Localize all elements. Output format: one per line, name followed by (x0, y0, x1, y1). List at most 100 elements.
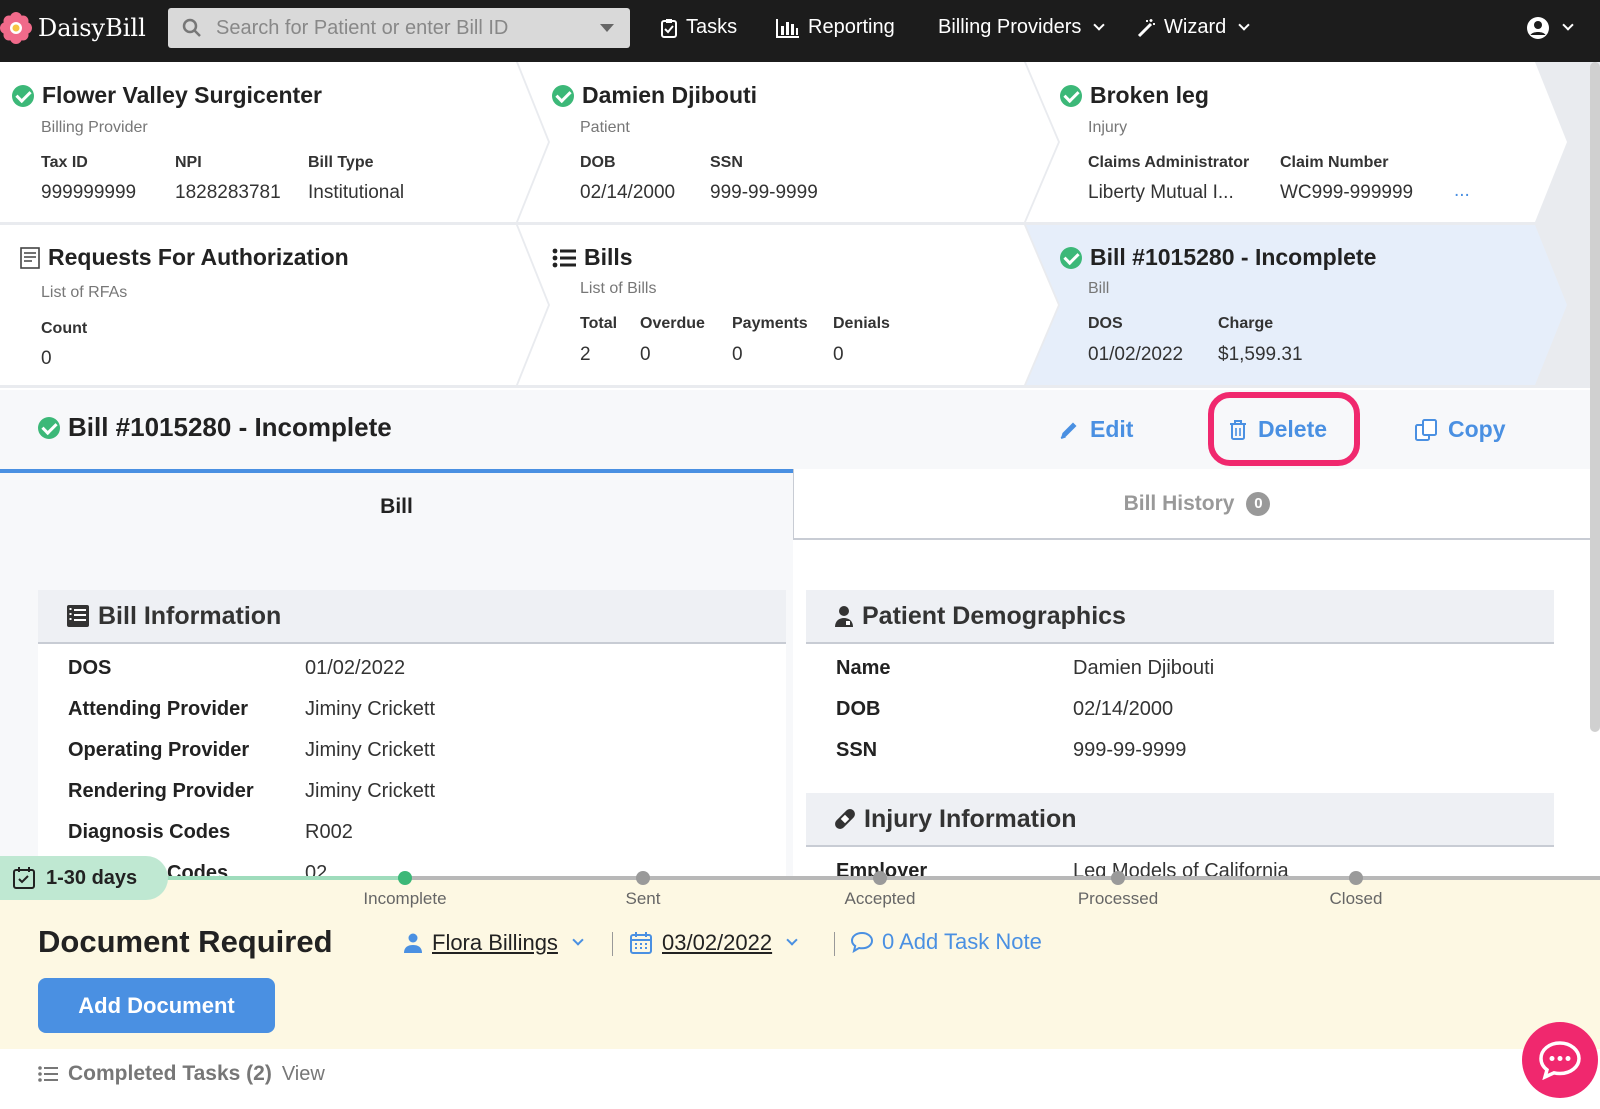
demographics-title: Patient Demographics (862, 601, 1126, 630)
chat-button[interactable] (1522, 1022, 1598, 1098)
demographics-header: Patient Demographics (806, 590, 1554, 644)
provider-name: Flower Valley Surgicenter (42, 82, 322, 108)
divider (612, 932, 613, 956)
calendar-icon (630, 932, 652, 954)
demographics-value: Damien Djibouti (1073, 657, 1215, 679)
bills-title: Bills (584, 244, 633, 270)
injury-info-title: Injury Information (864, 804, 1077, 833)
step-label: Closed (1329, 889, 1383, 908)
chevron-down-icon (1238, 18, 1250, 31)
bill-info-label: Operating Provider (68, 739, 250, 761)
top-navbar: DaisyBill Search for Patient or enter Bi… (0, 0, 1600, 62)
check-circle-icon (1060, 84, 1082, 107)
list-icon (552, 248, 576, 267)
check-circle-icon (552, 84, 574, 107)
view-link[interactable]: View (282, 1063, 325, 1086)
user-doctor-icon (835, 606, 853, 627)
copy-label: Copy (1448, 416, 1506, 442)
bills-payments-label: Payments (732, 315, 808, 332)
bill-header-title-text: Bill #1015280 - Incomplete (68, 412, 392, 442)
delete-label: Delete (1258, 416, 1328, 442)
bills-overdue-label: Overdue (640, 315, 705, 332)
nav-tasks-label: Tasks (686, 16, 738, 38)
rfa-title: Requests For Authorization (48, 244, 349, 270)
bills-denials-label: Denials (833, 315, 890, 332)
search-placeholder: Search for Patient or enter Bill ID (216, 16, 509, 39)
nav-reporting[interactable]: Reporting (776, 16, 895, 39)
trash-icon (1230, 419, 1246, 440)
check-circle-icon (12, 84, 34, 107)
bandage-icon (835, 809, 855, 829)
bill-info-value: Jiminy Crickett (305, 698, 436, 720)
provider-subtitle: Billing Provider (41, 119, 148, 136)
completed-tasks-label: Completed Tasks (2) (68, 1062, 272, 1085)
add-task-note-button[interactable]: 0 Add Task Note (850, 929, 1042, 955)
scrollbar-thumb[interactable] (1590, 62, 1600, 732)
tab-bill-label: Bill (380, 494, 413, 518)
demographics-value: 999-99-9999 (1073, 739, 1187, 761)
daisybill-logo[interactable]: DaisyBill (0, 12, 146, 44)
task-date-dropdown[interactable]: 03/02/2022 (630, 930, 798, 956)
nav-billing-providers[interactable]: Billing Providers (938, 16, 1106, 39)
summary-cards-background (0, 62, 1600, 388)
dob-label: DOB (580, 154, 616, 171)
days-label: 1-30 days (46, 866, 138, 889)
claims-admin-label: Claims Administrator (1088, 154, 1250, 171)
user-menu[interactable] (1526, 16, 1574, 40)
injury-name: Broken leg (1090, 82, 1209, 108)
bill-dos-value: 01/02/2022 (1088, 344, 1184, 365)
chevron-down-icon (1562, 19, 1574, 31)
step-label: Processed (1077, 889, 1159, 908)
tab-history-label: Bill History (1123, 491, 1235, 515)
rfa-count-value: 0 (41, 348, 52, 369)
logo-text: DaisyBill (38, 14, 146, 42)
tab-bill-history[interactable]: Bill History 0 (793, 469, 1600, 540)
bills-total-label: Total (580, 315, 618, 332)
nav-tasks[interactable]: Tasks (660, 16, 737, 39)
bills-subtitle: List of Bills (580, 280, 657, 297)
delete-button[interactable]: Delete (1228, 416, 1327, 443)
list-icon (38, 1066, 58, 1082)
bill-charge-value: $1,599.31 (1218, 344, 1303, 365)
search-input[interactable]: Search for Patient or enter Bill ID (168, 8, 630, 48)
demographics-label: DOB (836, 698, 881, 720)
bill-header-title: Bill #1015280 - Incomplete (38, 412, 392, 443)
user-icon (404, 933, 422, 953)
bill-info-title: Bill Information (98, 601, 282, 630)
comment-icon (850, 931, 874, 953)
bill-type-label: Bill Type (308, 154, 374, 171)
more-link[interactable]: ... (1454, 180, 1470, 202)
divider (834, 932, 835, 956)
tab-bill[interactable]: Bill (0, 469, 793, 540)
edit-button[interactable]: Edit (1058, 416, 1133, 443)
copy-icon (1415, 418, 1437, 441)
edit-label: Edit (1090, 416, 1134, 442)
bill-card-subtitle: Bill (1088, 280, 1110, 297)
tax-id-value: 999999999 (41, 182, 137, 203)
step-processed-dot (1111, 871, 1125, 885)
injury-info-header: Injury Information (806, 793, 1554, 847)
nav-billing-providers-label: Billing Providers (938, 16, 1082, 38)
copy-button[interactable]: Copy (1414, 416, 1506, 443)
search-icon (182, 18, 201, 37)
bar-chart-icon (776, 18, 799, 38)
injury-subtitle: Injury (1088, 119, 1128, 136)
nav-wizard[interactable]: Wizard (1136, 16, 1250, 39)
bill-charge-label: Charge (1218, 315, 1274, 332)
task-assignee: Flora Billings (432, 930, 558, 955)
ssn-label: SSN (710, 154, 743, 171)
bill-info-label: DOS (68, 657, 112, 679)
step-closed-dot (1349, 871, 1363, 885)
demographics-label: Name (836, 657, 891, 679)
bill-info-value: Jiminy Crickett (305, 780, 436, 802)
tax-id-label: Tax ID (41, 154, 88, 171)
document-list-icon (20, 246, 40, 269)
magic-wand-icon (1137, 18, 1155, 37)
dob-value: 02/14/2000 (580, 182, 676, 203)
bill-card-title: Bill #1015280 - Incomplete (1090, 244, 1377, 270)
add-document-button[interactable]: Add Document (38, 978, 275, 1033)
chevron-down-icon (1093, 18, 1106, 31)
search-dropdown-icon[interactable] (600, 24, 614, 32)
completed-tasks-row[interactable]: Completed Tasks (2) View (38, 1062, 325, 1086)
task-assignee-dropdown[interactable]: Flora Billings (404, 930, 584, 956)
